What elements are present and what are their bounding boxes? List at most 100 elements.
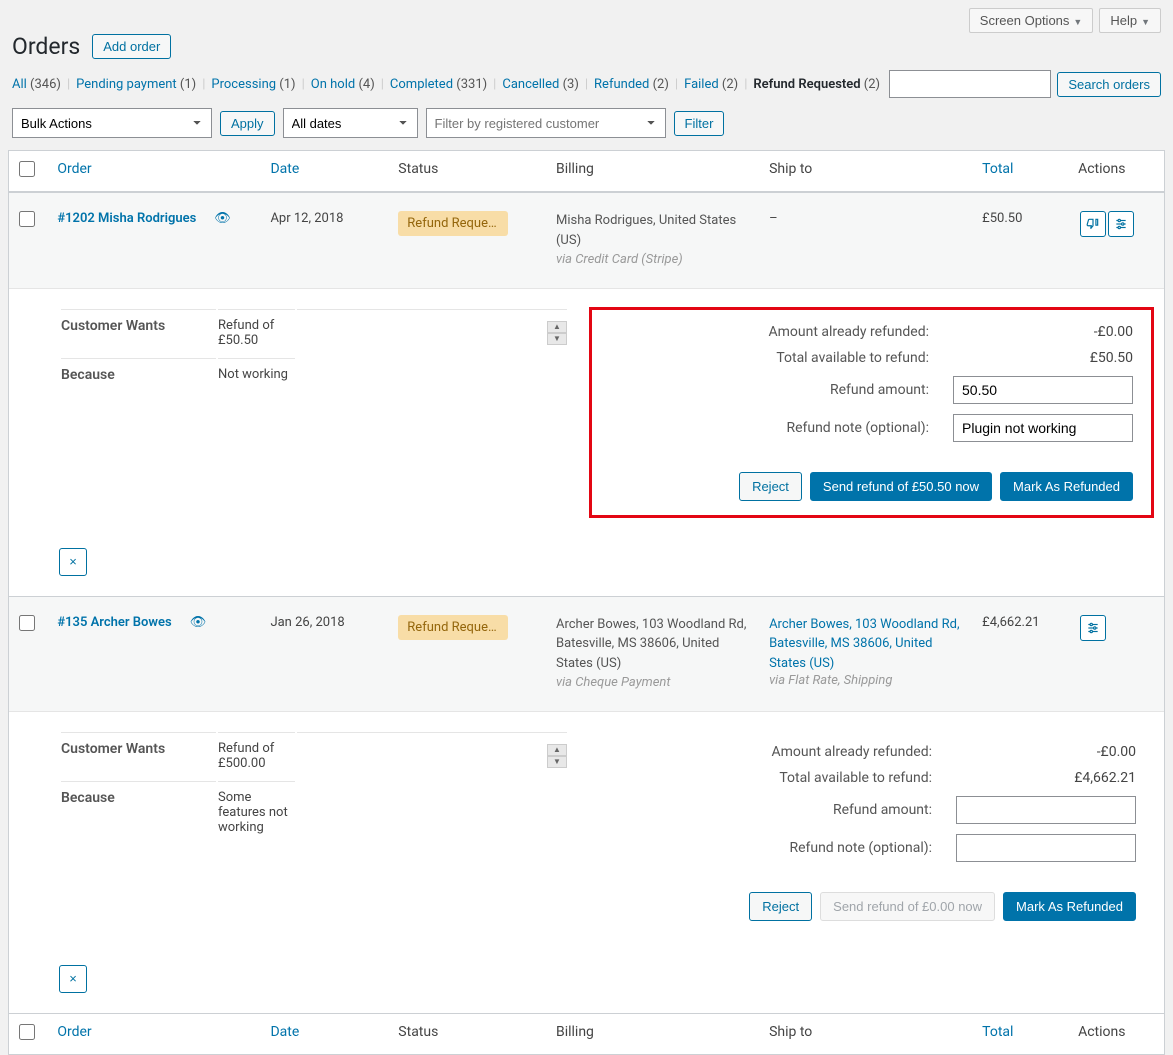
col-total[interactable]: Total — [982, 1024, 1013, 1040]
col-shipto: Ship to — [759, 151, 972, 192]
billing-address: Misha Rodrigues, United States (US) — [556, 213, 736, 248]
refund-amount-label: Refund amount: — [610, 382, 953, 398]
already-refunded-label: Amount already refunded: — [607, 744, 956, 760]
status-filter-tabs: All (346) | Pending payment (1) | Processing… — [0, 70, 1173, 108]
refund-panel: Amount already refunded:-£0.00Total avai… — [589, 307, 1154, 518]
status-tab[interactable]: Cancelled — [502, 77, 559, 92]
separator: | — [302, 77, 305, 92]
status-tab[interactable]: Failed — [684, 77, 719, 92]
status-count: (1) — [180, 77, 196, 92]
status-badge: Refund Reques... — [398, 211, 508, 236]
row-checkbox[interactable] — [19, 211, 35, 227]
select-all-checkbox[interactable] — [19, 161, 35, 177]
date-filter-select[interactable]: All dates — [283, 108, 418, 138]
billing-address: Archer Bowes, 103 Woodland Rd, Batesvill… — [556, 617, 746, 671]
refund-note-label: Refund note (optional): — [607, 840, 956, 856]
order-total: £4,662.21 — [972, 596, 1068, 711]
settings-icon-button[interactable] — [1108, 211, 1134, 237]
refund-amount-input[interactable] — [956, 796, 1136, 824]
row-checkbox[interactable] — [19, 615, 35, 631]
collapse-button[interactable]: × — [59, 965, 87, 993]
stepper-down[interactable]: ▼ — [547, 756, 567, 768]
col-billing: Billing — [546, 151, 759, 192]
col-actions: Actions — [1068, 151, 1164, 192]
order-link[interactable]: #135 Archer Bowes — [57, 615, 171, 630]
stepper-down[interactable]: ▼ — [547, 333, 567, 345]
col-order[interactable]: Order — [57, 1024, 91, 1040]
send-refund-button[interactable]: Send refund of £50.50 now — [810, 472, 992, 501]
because-value: Some features not working — [218, 781, 295, 843]
settings-icon-button[interactable] — [1080, 615, 1106, 641]
status-tab[interactable]: On hold — [311, 77, 355, 92]
page-title: Orders — [12, 33, 80, 60]
reject-icon-button[interactable] — [1080, 211, 1106, 237]
filter-button[interactable]: Filter — [674, 111, 725, 136]
available-refund-value: £50.50 — [953, 350, 1133, 366]
apply-button[interactable]: Apply — [220, 111, 275, 136]
help-button[interactable]: Help▼ — [1099, 8, 1161, 33]
col-total[interactable]: Total — [982, 161, 1013, 177]
order-date: Apr 12, 2018 — [260, 192, 388, 288]
col-status: Status — [388, 151, 546, 192]
refund-note-label: Refund note (optional): — [610, 420, 953, 436]
mark-refunded-button[interactable]: Mark As Refunded — [1003, 892, 1136, 921]
stepper-up[interactable]: ▲ — [547, 744, 567, 756]
add-order-button[interactable]: Add order — [92, 34, 171, 59]
preview-icon[interactable]: 👁 — [214, 211, 231, 226]
screen-options-button[interactable]: Screen Options▼ — [969, 8, 1094, 33]
customer-wants-value: Refund of £500.00 — [218, 732, 295, 779]
separator: | — [585, 77, 588, 92]
col-order[interactable]: Order — [57, 161, 91, 177]
customer-wants-value: Refund of £50.50 — [218, 309, 295, 356]
refund-note-input[interactable] — [953, 414, 1133, 442]
customer-filter-select[interactable]: Filter by registered customer — [426, 108, 666, 138]
because-label: Because — [61, 358, 216, 391]
ship-address-link[interactable]: Archer Bowes, 103 Woodland Rd, Batesvill… — [769, 617, 959, 671]
search-orders-button[interactable]: Search orders — [1057, 72, 1161, 97]
status-tab[interactable]: Pending payment — [76, 77, 177, 92]
reject-button[interactable]: Reject — [749, 892, 812, 921]
separator: | — [202, 77, 205, 92]
status-tab[interactable]: All — [12, 77, 27, 92]
bulk-actions-select[interactable]: Bulk Actions — [12, 108, 212, 138]
collapse-button[interactable]: × — [59, 548, 87, 576]
reject-button[interactable]: Reject — [739, 472, 802, 501]
because-label: Because — [61, 781, 216, 843]
caret-down-icon: ▼ — [1141, 17, 1150, 27]
separator: | — [381, 77, 384, 92]
status-count: (4) — [358, 77, 374, 92]
status-count: (3) — [563, 77, 579, 92]
ship-address: – — [769, 211, 778, 226]
status-count: (331) — [456, 77, 487, 92]
mark-refunded-button[interactable]: Mark As Refunded — [1000, 472, 1133, 501]
col-date[interactable]: Date — [270, 1024, 299, 1040]
order-close-row: × — [9, 953, 1164, 1013]
separator: | — [744, 77, 747, 92]
status-tab: Refund Requested — [753, 77, 860, 92]
billing-via: via Cheque Payment — [556, 675, 671, 690]
col-billing: Billing — [546, 1013, 759, 1054]
select-all-checkbox-footer[interactable] — [19, 1024, 35, 1040]
col-shipto: Ship to — [759, 1013, 972, 1054]
status-count: (2) — [864, 77, 880, 92]
ship-via: via Flat Rate, Shipping — [769, 673, 892, 688]
order-row: #135 Archer Bowes👁Jan 26, 2018Refund Req… — [9, 596, 1164, 711]
search-orders-input[interactable] — [889, 70, 1051, 98]
order-link[interactable]: #1202 Misha Rodrigues — [57, 211, 196, 226]
status-tab[interactable]: Processing — [211, 77, 276, 92]
screen-options-label: Screen Options — [980, 13, 1070, 28]
refund-note-input[interactable] — [956, 834, 1136, 862]
available-refund-value: £4,662.21 — [956, 770, 1136, 786]
col-date[interactable]: Date — [270, 161, 299, 177]
stepper-up[interactable]: ▲ — [547, 321, 567, 333]
preview-icon[interactable]: 👁 — [190, 615, 207, 630]
refund-amount-input[interactable] — [953, 376, 1133, 404]
already-refunded-value: -£0.00 — [956, 744, 1136, 760]
orders-table: Order Date Status Billing Ship to Total … — [8, 150, 1165, 1055]
separator: | — [675, 77, 678, 92]
available-refund-label: Total available to refund: — [610, 350, 953, 366]
status-tab[interactable]: Refunded — [594, 77, 649, 92]
status-count: (346) — [30, 77, 61, 92]
col-status: Status — [388, 1013, 546, 1054]
status-tab[interactable]: Completed — [390, 77, 453, 92]
